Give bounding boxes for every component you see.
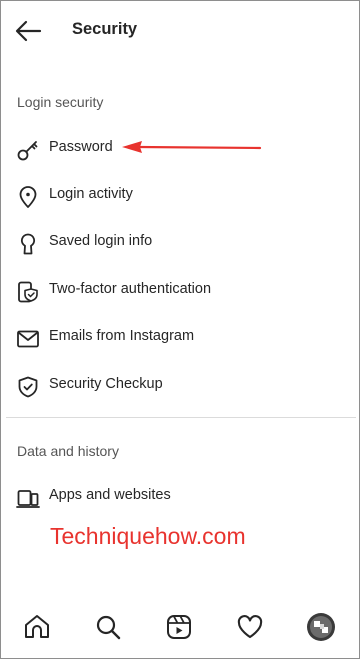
devices-icon bbox=[16, 486, 40, 510]
search-icon[interactable] bbox=[93, 612, 123, 642]
menu-item-label: Login activity bbox=[49, 186, 133, 202]
section-divider bbox=[6, 417, 356, 418]
keyhole-icon bbox=[16, 232, 40, 256]
reels-icon[interactable] bbox=[164, 612, 194, 642]
page-title: Security bbox=[72, 20, 138, 38]
menu-item-label: Password bbox=[49, 139, 113, 155]
annotation-arrow bbox=[118, 138, 264, 158]
heart-icon[interactable] bbox=[235, 612, 265, 642]
menu-item-label: Emails from Instagram bbox=[49, 328, 195, 344]
mail-icon bbox=[16, 327, 40, 351]
section-label-login-security: Login security bbox=[17, 94, 104, 110]
menu-item-apps-and-websites[interactable]: Apps and websites bbox=[0, 475, 360, 519]
profile-avatar[interactable] bbox=[306, 612, 336, 642]
shield-check-icon bbox=[16, 375, 40, 399]
home-icon[interactable] bbox=[22, 612, 52, 642]
menu-item-label: Security Checkup bbox=[49, 376, 163, 392]
section-label-data-and-history: Data and history bbox=[17, 443, 119, 459]
menu-item-label: Saved login info bbox=[49, 233, 153, 249]
menu-item-login-activity[interactable]: Login activity bbox=[0, 174, 360, 218]
menu-item-emails-from-instagram[interactable]: Emails from Instagram bbox=[0, 316, 360, 360]
menu-item-label: Apps and websites bbox=[49, 487, 171, 503]
back-arrow-icon[interactable] bbox=[14, 18, 44, 44]
key-icon bbox=[16, 138, 40, 162]
bottom-tab-bar bbox=[0, 600, 360, 656]
header: Security bbox=[0, 0, 360, 62]
watermark-text: Techniquehow.com bbox=[50, 523, 246, 549]
shield-phone-icon bbox=[16, 280, 40, 304]
menu-item-label: Two-factor authentication bbox=[49, 281, 212, 297]
menu-item-saved-login-info[interactable]: Saved login info bbox=[0, 221, 360, 265]
menu-item-security-checkup[interactable]: Security Checkup bbox=[0, 364, 360, 408]
menu-item-two-factor-auth[interactable]: Two-factor authentication bbox=[0, 269, 360, 313]
location-pin-icon bbox=[16, 185, 40, 209]
